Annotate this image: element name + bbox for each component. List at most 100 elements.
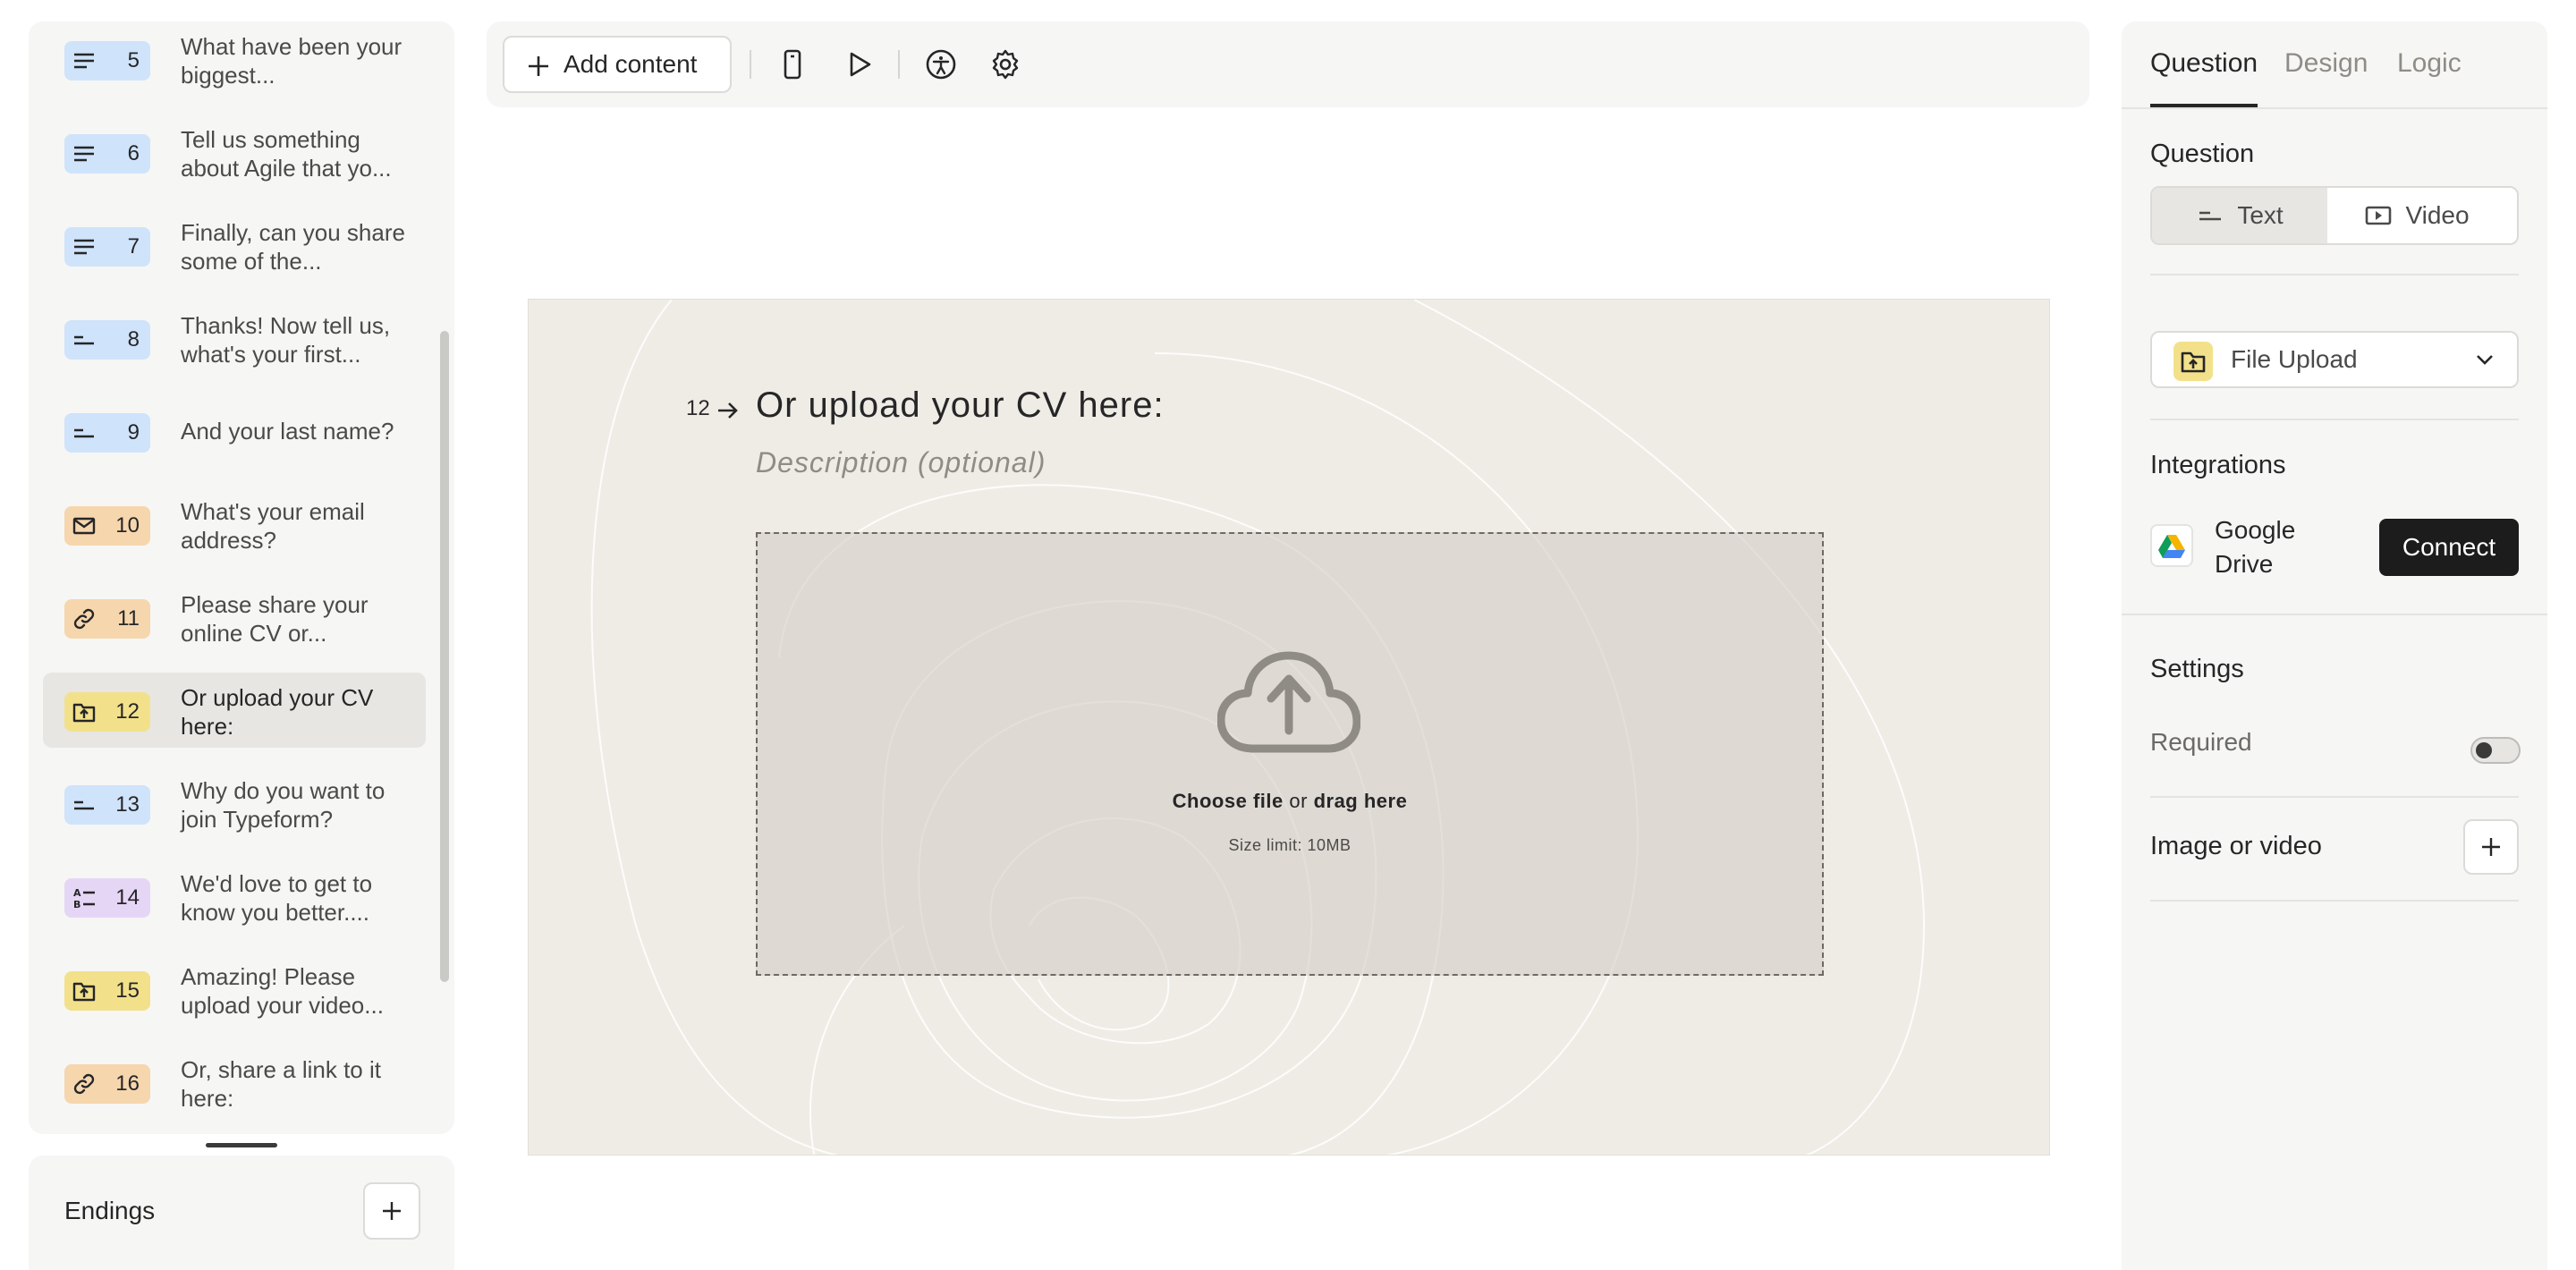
question-badge: 15 xyxy=(64,971,150,1011)
question-item-7[interactable]: 7 Finally, can you share some of the... xyxy=(43,207,426,283)
question-label: And your last name? xyxy=(181,418,394,444)
question-label: We'd love to get to know you better.... xyxy=(181,870,373,926)
short-text-icon xyxy=(2199,211,2222,221)
question-item-13[interactable]: 13 Why do you want to join Typeform? xyxy=(43,766,426,841)
question-number: 11 xyxy=(117,606,140,631)
question-badge: 6 xyxy=(64,134,150,174)
link-icon xyxy=(73,608,95,630)
divider xyxy=(2122,614,2547,615)
question-type-toggle: Text Video xyxy=(2150,186,2519,245)
question-item-6[interactable]: 6 Tell us something about Agile that yo.… xyxy=(43,114,426,190)
plus-icon xyxy=(529,56,548,76)
question-label: Why do you want to join Typeform? xyxy=(181,777,386,833)
question-label: Tell us something about Agile that yo... xyxy=(181,126,392,182)
endings-label: Endings xyxy=(64,1197,156,1224)
resize-handle[interactable] xyxy=(206,1143,277,1147)
tab-design[interactable]: Design xyxy=(2284,48,2368,79)
text-option[interactable]: Text xyxy=(2152,188,2327,243)
question-badge: 7 xyxy=(64,227,150,267)
file-drop-zone[interactable]: Choose file or drag here Size limit: 10M… xyxy=(756,532,1824,976)
question-number-label: 12 xyxy=(686,396,710,420)
svg-text:B: B xyxy=(73,899,80,910)
video-option[interactable]: Video xyxy=(2329,188,2504,243)
short-text-icon xyxy=(74,335,94,345)
long-text-icon xyxy=(74,53,94,69)
question-item-9[interactable]: 9 And your last name? xyxy=(43,394,426,469)
question-sidebar: 5 What have been your biggest... 6 Tell … xyxy=(29,21,454,1134)
question-number: 6 xyxy=(127,141,140,165)
question-item-14[interactable]: AB 14 We'd love to get to know you bette… xyxy=(43,859,426,934)
question-badge: 5 xyxy=(64,41,150,80)
add-content-button[interactable]: Add content xyxy=(503,36,732,93)
short-text-icon xyxy=(74,428,94,438)
question-number: 5 xyxy=(127,48,140,72)
divider xyxy=(2150,900,2519,902)
question-title[interactable]: Or upload your CV here: xyxy=(756,385,1165,426)
app-root: 5 What have been your biggest... 6 Tell … xyxy=(0,0,2576,1270)
preview-button[interactable] xyxy=(841,47,877,82)
google-drive-icon xyxy=(2158,535,2185,558)
long-text-icon xyxy=(74,146,94,162)
question-item-8[interactable]: 8 Thanks! Now tell us, what's your first… xyxy=(43,301,426,376)
question-badge: 8 xyxy=(64,320,150,360)
mobile-icon xyxy=(784,49,801,80)
question-item-10[interactable]: 10 What's your email address? xyxy=(43,487,426,562)
file-upload-icon xyxy=(72,982,96,1002)
toolbar-divider xyxy=(898,50,900,79)
question-item-5[interactable]: 5 What have been your biggest... xyxy=(43,21,426,97)
required-toggle[interactable] xyxy=(2470,737,2521,764)
choose-file-link[interactable]: Choose file xyxy=(1173,790,1284,812)
divider xyxy=(2150,274,2519,275)
type-icon-badge xyxy=(2174,342,2213,381)
question-number: 8 xyxy=(127,327,140,351)
image-video-label: Image or video xyxy=(2150,832,2322,860)
question-badge: 9 xyxy=(64,413,150,453)
question-item-12[interactable]: 12 Or upload your CV here: xyxy=(43,673,426,748)
add-ending-button[interactable] xyxy=(363,1182,420,1240)
question-number: 12 xyxy=(115,699,140,724)
add-image-video-button[interactable] xyxy=(2463,819,2519,875)
question-item-16[interactable]: 16 Or, share a link to it here: xyxy=(43,1045,426,1120)
tab-logic[interactable]: Logic xyxy=(2397,48,2462,79)
question-badge: 11 xyxy=(64,599,150,639)
question-item-15[interactable]: 15 Amazing! Please upload your video... xyxy=(43,952,426,1027)
drop-instructions: Choose file or drag here xyxy=(758,790,1822,813)
question-number: 14 xyxy=(115,885,140,910)
question-label: Thanks! Now tell us, what's your first..… xyxy=(181,312,391,368)
long-text-icon xyxy=(74,239,94,255)
accessibility-button[interactable] xyxy=(923,47,959,82)
tab-question[interactable]: Question xyxy=(2150,48,2258,79)
svg-text:A: A xyxy=(73,887,81,899)
question-type-select[interactable]: File Upload xyxy=(2150,331,2519,388)
question-number: 9 xyxy=(127,420,140,444)
google-drive-logo xyxy=(2150,524,2193,567)
video-option-label: Video xyxy=(2405,201,2470,229)
question-label: Amazing! Please upload your video... xyxy=(181,963,384,1019)
question-type-value: File Upload xyxy=(2231,345,2358,373)
question-badge: 13 xyxy=(64,785,150,825)
question-item-11[interactable]: 11 Please share your online CV or... xyxy=(43,580,426,655)
chevron-down-icon xyxy=(2477,355,2493,365)
text-option-label: Text xyxy=(2237,201,2284,229)
mobile-preview-button[interactable] xyxy=(775,47,810,82)
question-label: Please share your online CV or... xyxy=(181,591,369,647)
question-badge: 12 xyxy=(64,692,150,732)
size-limit-text: Size limit: 10MB xyxy=(1228,836,1352,854)
toolbar: Add content xyxy=(487,21,2089,107)
add-content-label: Add content xyxy=(564,50,698,78)
integrations-heading: Integrations xyxy=(2150,451,2286,479)
link-icon xyxy=(73,1073,95,1095)
sidebar-scrollbar[interactable] xyxy=(440,331,449,982)
question-number: 7 xyxy=(127,234,140,258)
settings-heading: Settings xyxy=(2150,655,2244,683)
divider xyxy=(2150,419,2519,420)
description-input[interactable]: Description (optional) xyxy=(756,446,1046,479)
short-text-icon xyxy=(74,800,94,810)
play-icon xyxy=(850,52,871,77)
toolbar-divider xyxy=(750,50,751,79)
question-badge: AB 14 xyxy=(64,878,150,918)
toggle-knob xyxy=(2476,742,2492,758)
panel-tabs: Question Design Logic xyxy=(2150,21,2519,107)
settings-button[interactable] xyxy=(987,47,1023,82)
connect-button[interactable]: Connect xyxy=(2379,519,2519,576)
